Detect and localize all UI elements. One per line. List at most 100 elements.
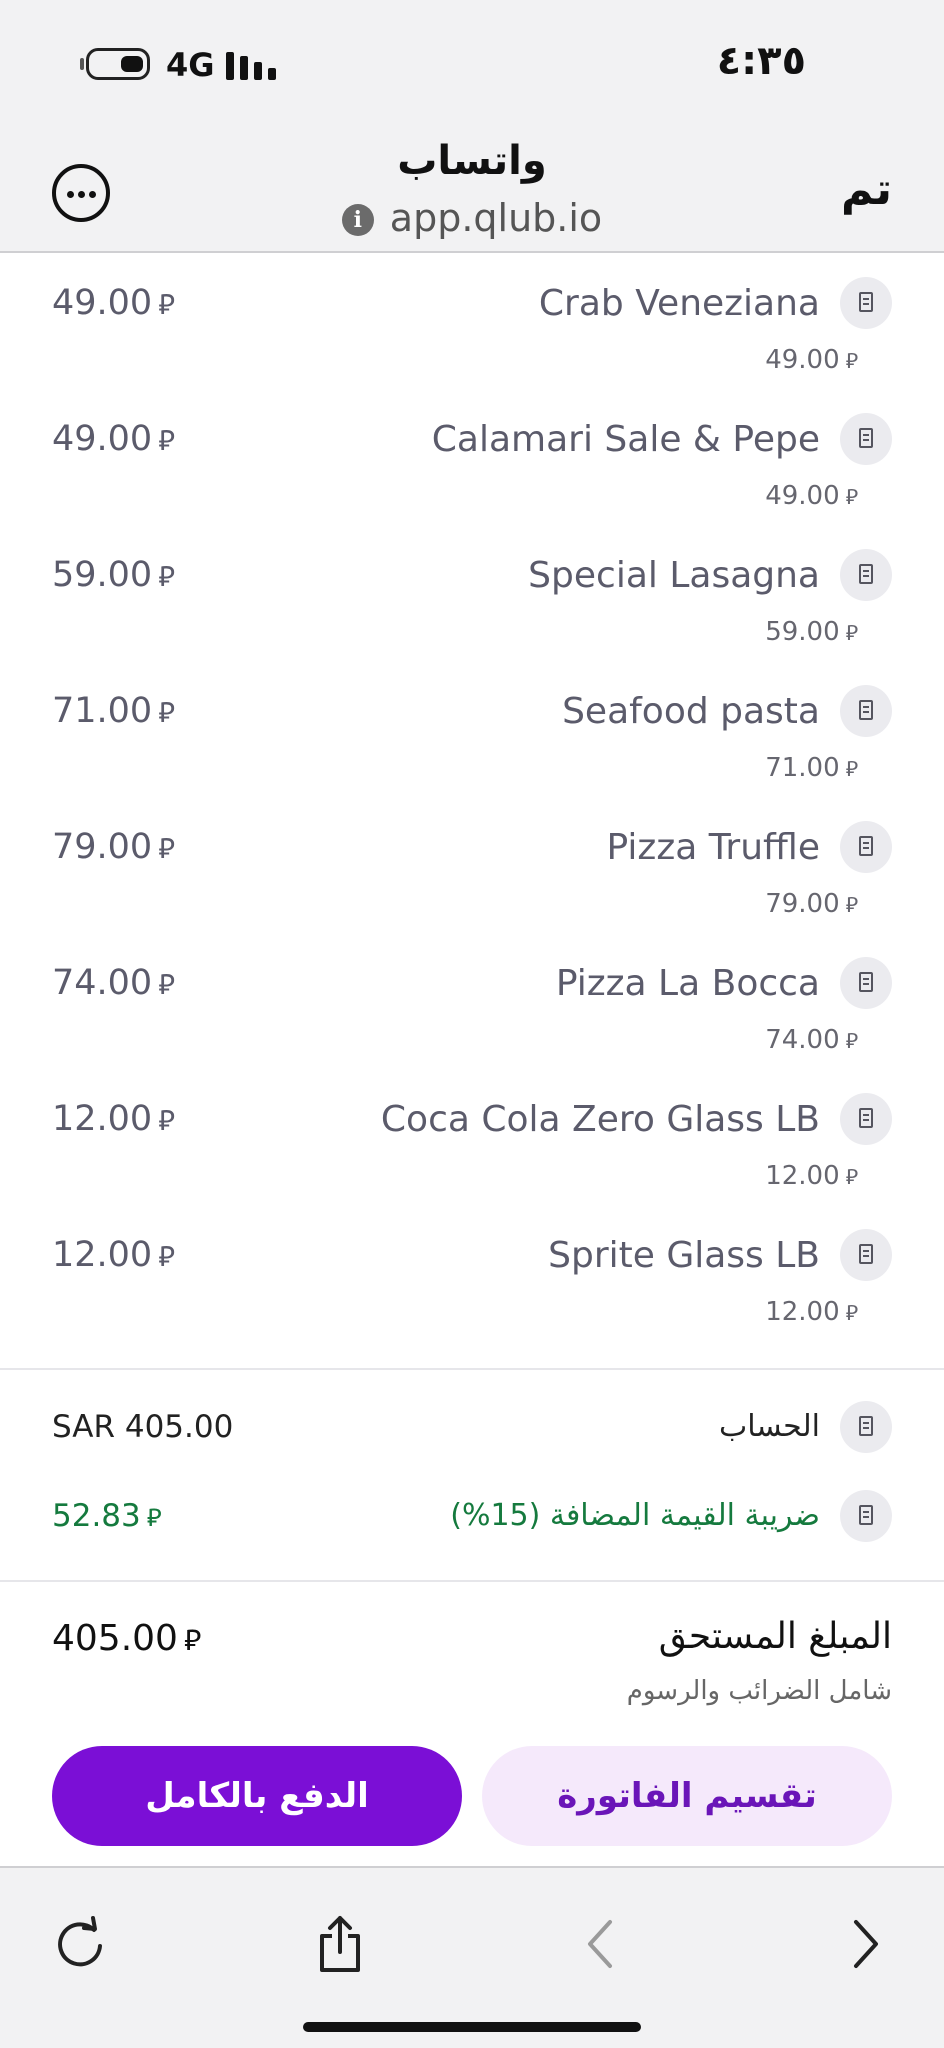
divider — [0, 1580, 944, 1582]
item-name: Pizza La Bocca — [555, 963, 820, 1004]
item-unit-price-value: 79.00 — [765, 889, 840, 919]
vat-value: 52.83 ⃁ — [52, 1498, 161, 1534]
item-total-value: 74.00 — [52, 963, 153, 1003]
item-unit-price: 12.00 ⃁ — [765, 1297, 858, 1327]
currency-symbol: ⃁ — [158, 1104, 175, 1137]
item-unit-price-value: 49.00 — [765, 481, 840, 511]
item-unit-price-value: 49.00 — [765, 345, 840, 375]
currency-symbol: ⃁ — [183, 1623, 202, 1657]
item-total-value: 12.00 — [52, 1235, 153, 1275]
amount-due-label: المبلغ المستحق — [658, 1616, 892, 1657]
status-time: ٤:٣٥ — [716, 38, 806, 84]
currency-symbol: ⃁ — [158, 560, 175, 593]
currency-symbol: ⃁ — [845, 1029, 858, 1053]
amount-due-sublabel: شامل الضرائب والرسوم — [626, 1676, 892, 1706]
receipt-icon — [840, 685, 892, 737]
reload-icon[interactable] — [48, 1912, 112, 1976]
vat-amount: 52.83 — [52, 1498, 141, 1534]
currency-symbol: ⃁ — [158, 424, 175, 457]
amount-due-value: 405.00 ⃁ — [52, 1618, 201, 1659]
share-icon[interactable] — [308, 1912, 372, 1976]
item-unit-price: 49.00 ⃁ — [765, 481, 858, 511]
list-item[interactable]: Special Lasagna 59.00 ⃁ 59.00 ⃁ — [0, 527, 944, 663]
currency-symbol: ⃁ — [845, 1301, 858, 1325]
currency-symbol: ⃁ — [158, 1240, 175, 1273]
item-name: Pizza Truffle — [606, 827, 821, 868]
pay-full-button[interactable]: الدفع بالكامل — [52, 1746, 462, 1846]
item-name: Calamari Sale & Pepe — [431, 419, 820, 460]
list-item[interactable]: Coca Cola Zero Glass LB 12.00 ⃁ 12.00 ⃁ — [0, 1071, 944, 1207]
item-total-value: 49.00 — [52, 283, 153, 323]
url-display[interactable]: i app.qlub.io — [0, 196, 944, 240]
list-item[interactable]: Crab Veneziana 49.00 ⃁ 49.00 ⃁ — [0, 255, 944, 391]
item-total: 74.00 ⃁ — [52, 963, 175, 1003]
item-total-value: 59.00 — [52, 555, 153, 595]
currency-symbol: ⃁ — [845, 1165, 858, 1189]
item-unit-price: 74.00 ⃁ — [765, 1025, 858, 1055]
item-name: Special Lasagna — [528, 555, 820, 596]
network-label: 4G — [166, 46, 215, 84]
item-name: Seafood pasta — [562, 691, 820, 732]
list-item[interactable]: Calamari Sale & Pepe 49.00 ⃁ 49.00 ⃁ — [0, 391, 944, 527]
item-total: 79.00 ⃁ — [52, 827, 175, 867]
item-name: Coca Cola Zero Glass LB — [380, 1099, 820, 1140]
bill-value: SAR 405.00 — [52, 1409, 234, 1445]
split-bill-button[interactable]: تقسيم الفاتورة — [482, 1746, 892, 1846]
item-unit-price-value: 12.00 — [765, 1297, 840, 1327]
home-indicator — [303, 2022, 641, 2032]
item-total-value: 71.00 — [52, 691, 153, 731]
item-name: Sprite Glass LB — [548, 1235, 820, 1276]
item-total: 49.00 ⃁ — [52, 283, 175, 323]
currency-symbol: ⃁ — [845, 893, 858, 917]
currency-symbol: ⃁ — [845, 485, 858, 509]
receipt-icon — [840, 413, 892, 465]
amount-due-number: 405.00 — [52, 1618, 178, 1659]
item-total-value: 12.00 — [52, 1099, 153, 1139]
item-total: 49.00 ⃁ — [52, 419, 175, 459]
item-total: 71.00 ⃁ — [52, 691, 175, 731]
browser-toolbar — [0, 1866, 944, 2048]
item-name: Crab Veneziana — [538, 283, 820, 324]
list-item[interactable]: Pizza La Bocca 74.00 ⃁ 74.00 ⃁ — [0, 935, 944, 1071]
item-total-value: 49.00 — [52, 419, 153, 459]
battery-cap — [80, 58, 84, 70]
list-item[interactable]: Pizza Truffle 79.00 ⃁ 79.00 ⃁ — [0, 799, 944, 935]
page-title: واتساب — [397, 138, 547, 184]
item-unit-price-value: 74.00 — [765, 1025, 840, 1055]
item-total-value: 79.00 — [52, 827, 153, 867]
list-item[interactable]: Seafood pasta 71.00 ⃁ 71.00 ⃁ — [0, 663, 944, 799]
item-total: 59.00 ⃁ — [52, 555, 175, 595]
item-unit-price: 49.00 ⃁ — [765, 345, 858, 375]
divider — [0, 1368, 944, 1370]
item-total: 12.00 ⃁ — [52, 1099, 175, 1139]
vat-row: ضريبة القيمة المضافة (15%) 52.83 ⃁ — [0, 1490, 944, 1550]
battery-icon — [86, 48, 150, 80]
item-unit-price: 79.00 ⃁ — [765, 889, 858, 919]
list-item[interactable]: Sprite Glass LB 12.00 ⃁ 12.00 ⃁ — [0, 1207, 944, 1343]
bill-label: الحساب — [719, 1409, 820, 1444]
item-unit-price: 71.00 ⃁ — [765, 753, 858, 783]
bill-row: الحساب SAR 405.00 — [0, 1401, 944, 1461]
item-unit-price-value: 71.00 — [765, 753, 840, 783]
receipt-icon — [840, 1490, 892, 1542]
item-unit-price: 59.00 ⃁ — [765, 617, 858, 647]
done-button[interactable]: تم — [841, 164, 892, 215]
item-unit-price-value: 59.00 — [765, 617, 840, 647]
item-unit-price: 12.00 ⃁ — [765, 1161, 858, 1191]
back-icon[interactable] — [570, 1912, 634, 1976]
receipt-icon — [840, 821, 892, 873]
item-unit-price-value: 12.00 — [765, 1161, 840, 1191]
vat-label: ضريبة القيمة المضافة (15%) — [450, 1498, 820, 1533]
url-text: app.qlub.io — [389, 196, 603, 240]
item-total: 12.00 ⃁ — [52, 1235, 175, 1275]
order-items-list: Crab Veneziana 49.00 ⃁ 49.00 ⃁ Calamari Sale … — [0, 255, 944, 1343]
receipt-icon — [840, 1401, 892, 1453]
receipt-icon — [840, 1229, 892, 1281]
forward-icon[interactable] — [832, 1912, 896, 1976]
signal-icon — [226, 50, 280, 80]
info-icon[interactable]: i — [341, 204, 374, 236]
currency-symbol: ⃁ — [158, 288, 175, 321]
browser-header: 4G ٤:٣٥ واتساب i app.qlub.io تم — [0, 0, 944, 253]
currency-symbol: ⃁ — [158, 968, 175, 1001]
currency-symbol: ⃁ — [158, 832, 175, 865]
